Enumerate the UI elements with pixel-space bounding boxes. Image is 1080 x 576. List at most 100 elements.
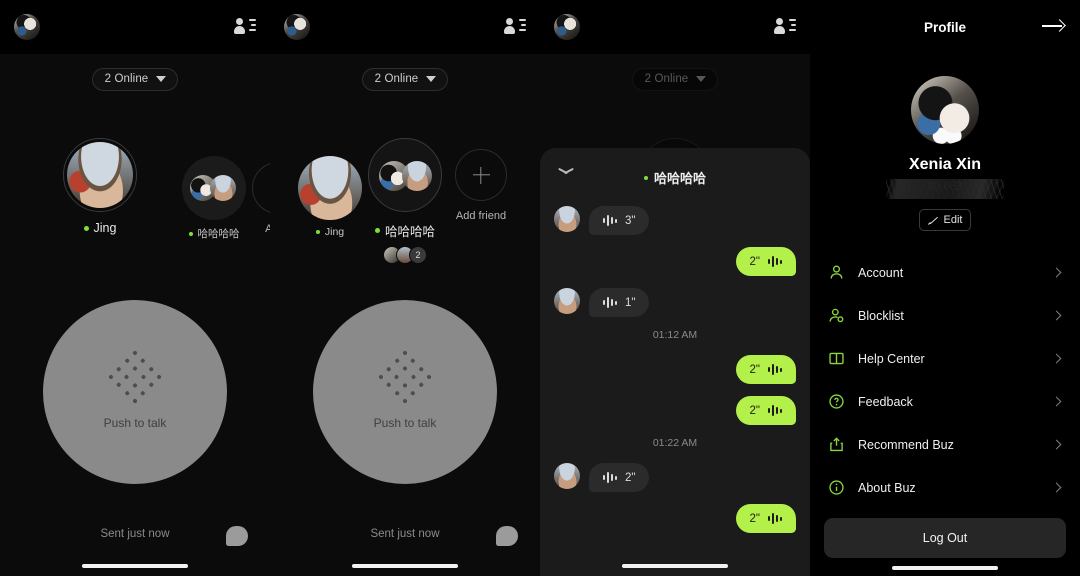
contacts-icon[interactable]: [774, 17, 796, 37]
user-avatar-icon[interactable]: [554, 14, 580, 40]
friend-name: 哈哈哈哈: [384, 225, 435, 239]
waveform-icon: [603, 296, 617, 309]
voice-duration: 2": [625, 471, 636, 484]
chevron-right-icon: [1051, 396, 1062, 407]
chevron-right-icon: [1051, 267, 1062, 278]
add-friend-card[interactable]: Add f: [252, 162, 270, 235]
push-to-talk-label: Push to talk: [103, 416, 167, 430]
friend-card-jing[interactable]: Jing: [298, 156, 362, 238]
chat-sheet: 哈哈哈哈 3" 2" 1" 01:12 AM 2" 2" 01:22 AM 2"…: [540, 148, 810, 576]
online-status-pill-wrap: 2 Online: [540, 68, 810, 91]
menu-item-label: Recommend Buz: [858, 437, 954, 452]
menu-item-recommend-buz[interactable]: Recommend Buz: [810, 423, 1080, 466]
user-avatar-icon[interactable]: [14, 14, 40, 40]
group-avatar: [368, 138, 442, 212]
pencil-icon: [928, 215, 939, 226]
panel-home-1: 2 Online Jing 哈哈哈哈 A Push to talk Sent j…: [0, 0, 270, 576]
push-to-talk-wrap: Push to talk: [270, 300, 540, 484]
menu-item-label: Feedback: [858, 394, 913, 409]
online-count-label: 2 Online: [644, 73, 689, 85]
avatar: [67, 142, 133, 208]
online-status-pill[interactable]: 2 Online: [631, 68, 719, 91]
friend-name: Jing: [324, 226, 345, 238]
timestamp-divider: 01:22 AM: [652, 437, 698, 449]
dot-grid-icon: [102, 344, 167, 409]
book-icon: [826, 350, 846, 367]
profile-name: Xenia Xin: [908, 156, 982, 173]
message-row: 2": [554, 504, 796, 533]
voice-message-bubble[interactable]: 1": [589, 288, 650, 317]
voice-duration: 2": [749, 255, 760, 268]
push-to-talk-button[interactable]: Push to talk: [43, 300, 227, 484]
friend-name: Jing: [93, 221, 117, 235]
voice-duration: 1": [625, 296, 636, 309]
chat-bubble-icon[interactable]: [226, 526, 248, 546]
menu-item-label: Blocklist: [858, 308, 904, 323]
add-friend-card[interactable]: Add friend: [455, 149, 507, 222]
message-row: 3": [554, 206, 796, 235]
menu-item-label: Account: [858, 265, 904, 280]
voice-message-bubble[interactable]: 3": [589, 206, 650, 235]
voice-message-bubble[interactable]: 2": [735, 247, 796, 276]
voice-duration: 2": [749, 363, 760, 376]
chat-title-row: 哈哈哈哈: [540, 168, 810, 187]
friends-row: Jing 哈哈哈哈 2 Add friend: [270, 138, 540, 268]
screenshot-root: 2 Online Jing 哈哈哈哈 A Push to talk Sent j…: [0, 0, 1080, 576]
message-list[interactable]: 3" 2" 1" 01:12 AM 2" 2" 01:22 AM 2" 2": [540, 206, 810, 576]
contacts-icon[interactable]: [234, 17, 256, 37]
profile-phone: 86 663: [810, 179, 1080, 199]
message-row: 2": [554, 463, 796, 492]
avatar: [554, 288, 580, 314]
add-friend-label: Add friend: [455, 210, 507, 222]
waveform-icon: [768, 512, 782, 525]
friend-card-jing[interactable]: Jing: [63, 138, 137, 235]
message-row: 1": [554, 288, 796, 317]
push-to-talk-button[interactable]: Push to talk: [313, 300, 497, 484]
panel-chat: 2 Online 哈哈哈哈 3" 2" 1" 01:12 AM 2" 2" 01…: [540, 0, 810, 576]
online-dot-icon: [315, 230, 320, 234]
contacts-icon[interactable]: [504, 17, 526, 37]
share-icon: [826, 436, 846, 453]
profile-avatar[interactable]: [911, 76, 979, 144]
menu-item-account[interactable]: Account: [810, 251, 1080, 294]
chevron-down-icon: [426, 76, 437, 82]
log-out-button[interactable]: Log Out: [824, 518, 1066, 558]
online-status-pill[interactable]: 2 Online: [361, 68, 449, 91]
menu-item-label: Help Center: [858, 351, 925, 366]
chevron-right-icon: [1051, 482, 1062, 493]
voice-message-bubble[interactable]: 2": [735, 355, 796, 384]
chat-sheet-header: 哈哈哈哈: [540, 148, 810, 206]
voice-message-bubble[interactable]: 2": [735, 504, 796, 533]
timestamp-divider: 01:12 AM: [652, 329, 698, 341]
top-bar: [540, 0, 810, 54]
menu-item-feedback[interactable]: Feedback: [810, 380, 1080, 423]
voice-duration: 2": [749, 512, 760, 525]
message-row: 2": [554, 247, 796, 276]
sent-status: Sent just now: [100, 528, 170, 540]
menu-item-blocklist[interactable]: Blocklist: [810, 294, 1080, 337]
menu-item-about-buz[interactable]: About Buz: [810, 466, 1080, 509]
friend-card-group[interactable]: 哈哈哈哈: [182, 156, 246, 241]
group-members-row[interactable]: 2: [383, 246, 427, 264]
waveform-icon: [768, 363, 782, 376]
waveform-icon: [603, 214, 617, 227]
profile-phone-value: 86 663: [927, 181, 963, 193]
avatar: [554, 463, 580, 489]
voice-message-bubble[interactable]: 2": [589, 463, 650, 492]
arrow-right-icon[interactable]: [1042, 18, 1066, 34]
home-indicator: [622, 564, 728, 568]
menu-item-help-center[interactable]: Help Center: [810, 337, 1080, 380]
voice-message-bubble[interactable]: 2": [735, 396, 796, 425]
edit-profile-button[interactable]: Edit: [919, 209, 971, 231]
voice-duration: 2": [749, 404, 760, 417]
online-status-pill[interactable]: 2 Online: [91, 68, 179, 91]
user-avatar-icon[interactable]: [284, 14, 310, 40]
chat-bubble-icon[interactable]: [496, 526, 518, 546]
friend-name: 哈哈哈哈: [197, 228, 240, 240]
person-block-icon: [826, 307, 846, 324]
online-dot-icon: [374, 228, 380, 233]
chat-title: 哈哈哈哈: [653, 171, 706, 186]
chevron-down-icon: [156, 76, 167, 82]
friend-card-group[interactable]: 哈哈哈哈 2: [368, 138, 442, 264]
sent-status: Sent just now: [370, 528, 440, 540]
